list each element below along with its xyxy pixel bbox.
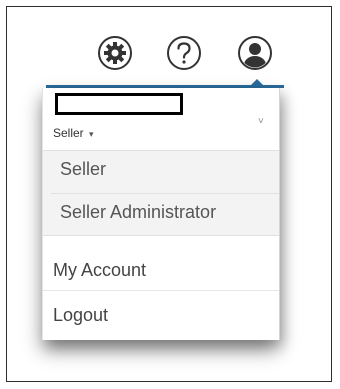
role-option-seller[interactable]: Seller (60, 159, 106, 180)
help-icon[interactable] (165, 34, 203, 72)
side-chevron-icon: ˅ (258, 116, 264, 127)
user-icon[interactable] (236, 34, 274, 72)
top-toolbar (42, 32, 278, 87)
menu-item-my-account[interactable]: My Account (43, 250, 279, 290)
dropdown-pointer (250, 79, 264, 86)
role-options: Seller Seller Administrator (43, 150, 279, 236)
role-selector-label: Seller (53, 126, 84, 140)
chevron-down-icon: ▾ (89, 129, 94, 139)
menu-item-logout[interactable]: Logout (43, 295, 279, 335)
role-option-seller-administrator[interactable]: Seller Administrator (60, 202, 216, 223)
divider (43, 290, 279, 291)
user-dropdown-menu: Seller ▾ Seller Seller Administrator My … (42, 88, 280, 340)
gear-icon[interactable] (96, 34, 134, 72)
role-selector[interactable]: Seller ▾ (53, 126, 94, 140)
divider (51, 193, 279, 194)
redacted-username (55, 93, 183, 115)
